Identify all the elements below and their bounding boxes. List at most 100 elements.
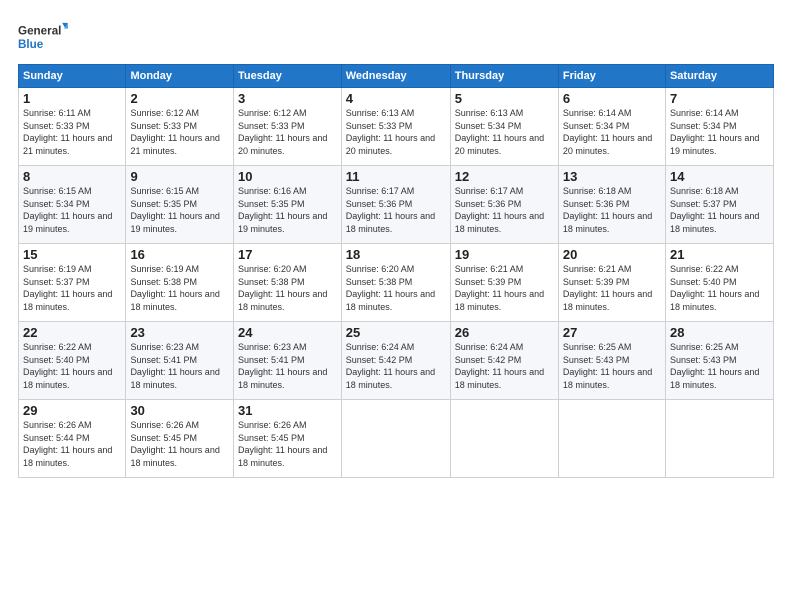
day-info: Sunrise: 6:26 AMSunset: 5:44 PMDaylight:…	[23, 419, 121, 469]
day-number: 20	[563, 247, 661, 262]
day-number: 5	[455, 91, 554, 106]
day-number: 1	[23, 91, 121, 106]
day-info: Sunrise: 6:16 AMSunset: 5:35 PMDaylight:…	[238, 185, 337, 235]
calendar-cell: 25Sunrise: 6:24 AMSunset: 5:42 PMDayligh…	[341, 322, 450, 400]
calendar-cell: 1Sunrise: 6:11 AMSunset: 5:33 PMDaylight…	[19, 88, 126, 166]
calendar-cell: 15Sunrise: 6:19 AMSunset: 5:37 PMDayligh…	[19, 244, 126, 322]
day-number: 16	[130, 247, 229, 262]
day-info: Sunrise: 6:21 AMSunset: 5:39 PMDaylight:…	[563, 263, 661, 313]
day-info: Sunrise: 6:20 AMSunset: 5:38 PMDaylight:…	[346, 263, 446, 313]
day-number: 25	[346, 325, 446, 340]
logo-svg: General Blue	[18, 18, 68, 56]
week-row-3: 15Sunrise: 6:19 AMSunset: 5:37 PMDayligh…	[19, 244, 774, 322]
calendar-cell: 16Sunrise: 6:19 AMSunset: 5:38 PMDayligh…	[126, 244, 234, 322]
day-info: Sunrise: 6:17 AMSunset: 5:36 PMDaylight:…	[455, 185, 554, 235]
day-number: 2	[130, 91, 229, 106]
day-info: Sunrise: 6:14 AMSunset: 5:34 PMDaylight:…	[563, 107, 661, 157]
calendar-cell: 6Sunrise: 6:14 AMSunset: 5:34 PMDaylight…	[558, 88, 665, 166]
day-number: 6	[563, 91, 661, 106]
day-number: 18	[346, 247, 446, 262]
svg-text:General: General	[18, 25, 61, 38]
week-row-2: 8Sunrise: 6:15 AMSunset: 5:34 PMDaylight…	[19, 166, 774, 244]
calendar-cell: 9Sunrise: 6:15 AMSunset: 5:35 PMDaylight…	[126, 166, 234, 244]
day-number: 15	[23, 247, 121, 262]
page: General Blue SundayMondayTuesdayWednesda…	[0, 0, 792, 612]
calendar-cell: 29Sunrise: 6:26 AMSunset: 5:44 PMDayligh…	[19, 400, 126, 478]
day-number: 11	[346, 169, 446, 184]
calendar-cell	[341, 400, 450, 478]
day-info: Sunrise: 6:17 AMSunset: 5:36 PMDaylight:…	[346, 185, 446, 235]
day-number: 26	[455, 325, 554, 340]
week-row-1: 1Sunrise: 6:11 AMSunset: 5:33 PMDaylight…	[19, 88, 774, 166]
day-number: 17	[238, 247, 337, 262]
day-info: Sunrise: 6:13 AMSunset: 5:34 PMDaylight:…	[455, 107, 554, 157]
day-info: Sunrise: 6:24 AMSunset: 5:42 PMDaylight:…	[455, 341, 554, 391]
day-info: Sunrise: 6:15 AMSunset: 5:35 PMDaylight:…	[130, 185, 229, 235]
day-info: Sunrise: 6:21 AMSunset: 5:39 PMDaylight:…	[455, 263, 554, 313]
day-number: 28	[670, 325, 769, 340]
calendar-cell: 19Sunrise: 6:21 AMSunset: 5:39 PMDayligh…	[450, 244, 558, 322]
calendar-cell: 17Sunrise: 6:20 AMSunset: 5:38 PMDayligh…	[234, 244, 342, 322]
day-number: 23	[130, 325, 229, 340]
day-info: Sunrise: 6:26 AMSunset: 5:45 PMDaylight:…	[238, 419, 337, 469]
day-info: Sunrise: 6:25 AMSunset: 5:43 PMDaylight:…	[670, 341, 769, 391]
day-number: 12	[455, 169, 554, 184]
calendar-cell: 20Sunrise: 6:21 AMSunset: 5:39 PMDayligh…	[558, 244, 665, 322]
day-number: 31	[238, 403, 337, 418]
day-number: 29	[23, 403, 121, 418]
day-info: Sunrise: 6:23 AMSunset: 5:41 PMDaylight:…	[130, 341, 229, 391]
calendar-cell: 11Sunrise: 6:17 AMSunset: 5:36 PMDayligh…	[341, 166, 450, 244]
day-number: 7	[670, 91, 769, 106]
day-info: Sunrise: 6:11 AMSunset: 5:33 PMDaylight:…	[23, 107, 121, 157]
day-number: 10	[238, 169, 337, 184]
day-header-monday: Monday	[126, 65, 234, 88]
day-info: Sunrise: 6:24 AMSunset: 5:42 PMDaylight:…	[346, 341, 446, 391]
day-info: Sunrise: 6:22 AMSunset: 5:40 PMDaylight:…	[670, 263, 769, 313]
calendar-cell: 14Sunrise: 6:18 AMSunset: 5:37 PMDayligh…	[665, 166, 773, 244]
day-info: Sunrise: 6:14 AMSunset: 5:34 PMDaylight:…	[670, 107, 769, 157]
day-header-tuesday: Tuesday	[234, 65, 342, 88]
calendar-cell: 26Sunrise: 6:24 AMSunset: 5:42 PMDayligh…	[450, 322, 558, 400]
calendar-cell: 3Sunrise: 6:12 AMSunset: 5:33 PMDaylight…	[234, 88, 342, 166]
calendar-cell	[558, 400, 665, 478]
header: General Blue	[18, 18, 774, 56]
calendar-cell: 8Sunrise: 6:15 AMSunset: 5:34 PMDaylight…	[19, 166, 126, 244]
calendar-cell: 13Sunrise: 6:18 AMSunset: 5:36 PMDayligh…	[558, 166, 665, 244]
day-number: 27	[563, 325, 661, 340]
calendar-cell: 27Sunrise: 6:25 AMSunset: 5:43 PMDayligh…	[558, 322, 665, 400]
week-row-5: 29Sunrise: 6:26 AMSunset: 5:44 PMDayligh…	[19, 400, 774, 478]
day-info: Sunrise: 6:20 AMSunset: 5:38 PMDaylight:…	[238, 263, 337, 313]
calendar-cell: 4Sunrise: 6:13 AMSunset: 5:33 PMDaylight…	[341, 88, 450, 166]
day-info: Sunrise: 6:15 AMSunset: 5:34 PMDaylight:…	[23, 185, 121, 235]
day-info: Sunrise: 6:22 AMSunset: 5:40 PMDaylight:…	[23, 341, 121, 391]
day-number: 3	[238, 91, 337, 106]
day-number: 13	[563, 169, 661, 184]
day-info: Sunrise: 6:25 AMSunset: 5:43 PMDaylight:…	[563, 341, 661, 391]
day-number: 19	[455, 247, 554, 262]
calendar-cell: 22Sunrise: 6:22 AMSunset: 5:40 PMDayligh…	[19, 322, 126, 400]
day-header-friday: Friday	[558, 65, 665, 88]
day-number: 4	[346, 91, 446, 106]
day-info: Sunrise: 6:18 AMSunset: 5:36 PMDaylight:…	[563, 185, 661, 235]
calendar-cell: 31Sunrise: 6:26 AMSunset: 5:45 PMDayligh…	[234, 400, 342, 478]
calendar-cell: 21Sunrise: 6:22 AMSunset: 5:40 PMDayligh…	[665, 244, 773, 322]
calendar-cell	[450, 400, 558, 478]
day-number: 24	[238, 325, 337, 340]
day-number: 9	[130, 169, 229, 184]
day-info: Sunrise: 6:18 AMSunset: 5:37 PMDaylight:…	[670, 185, 769, 235]
week-row-4: 22Sunrise: 6:22 AMSunset: 5:40 PMDayligh…	[19, 322, 774, 400]
calendar-cell: 28Sunrise: 6:25 AMSunset: 5:43 PMDayligh…	[665, 322, 773, 400]
calendar-header-row: SundayMondayTuesdayWednesdayThursdayFrid…	[19, 65, 774, 88]
day-info: Sunrise: 6:19 AMSunset: 5:37 PMDaylight:…	[23, 263, 121, 313]
day-header-wednesday: Wednesday	[341, 65, 450, 88]
day-info: Sunrise: 6:23 AMSunset: 5:41 PMDaylight:…	[238, 341, 337, 391]
day-header-saturday: Saturday	[665, 65, 773, 88]
calendar-cell	[665, 400, 773, 478]
day-info: Sunrise: 6:12 AMSunset: 5:33 PMDaylight:…	[130, 107, 229, 157]
day-number: 14	[670, 169, 769, 184]
calendar: SundayMondayTuesdayWednesdayThursdayFrid…	[18, 64, 774, 478]
calendar-cell: 2Sunrise: 6:12 AMSunset: 5:33 PMDaylight…	[126, 88, 234, 166]
calendar-cell: 10Sunrise: 6:16 AMSunset: 5:35 PMDayligh…	[234, 166, 342, 244]
svg-text:Blue: Blue	[18, 38, 44, 51]
day-number: 22	[23, 325, 121, 340]
